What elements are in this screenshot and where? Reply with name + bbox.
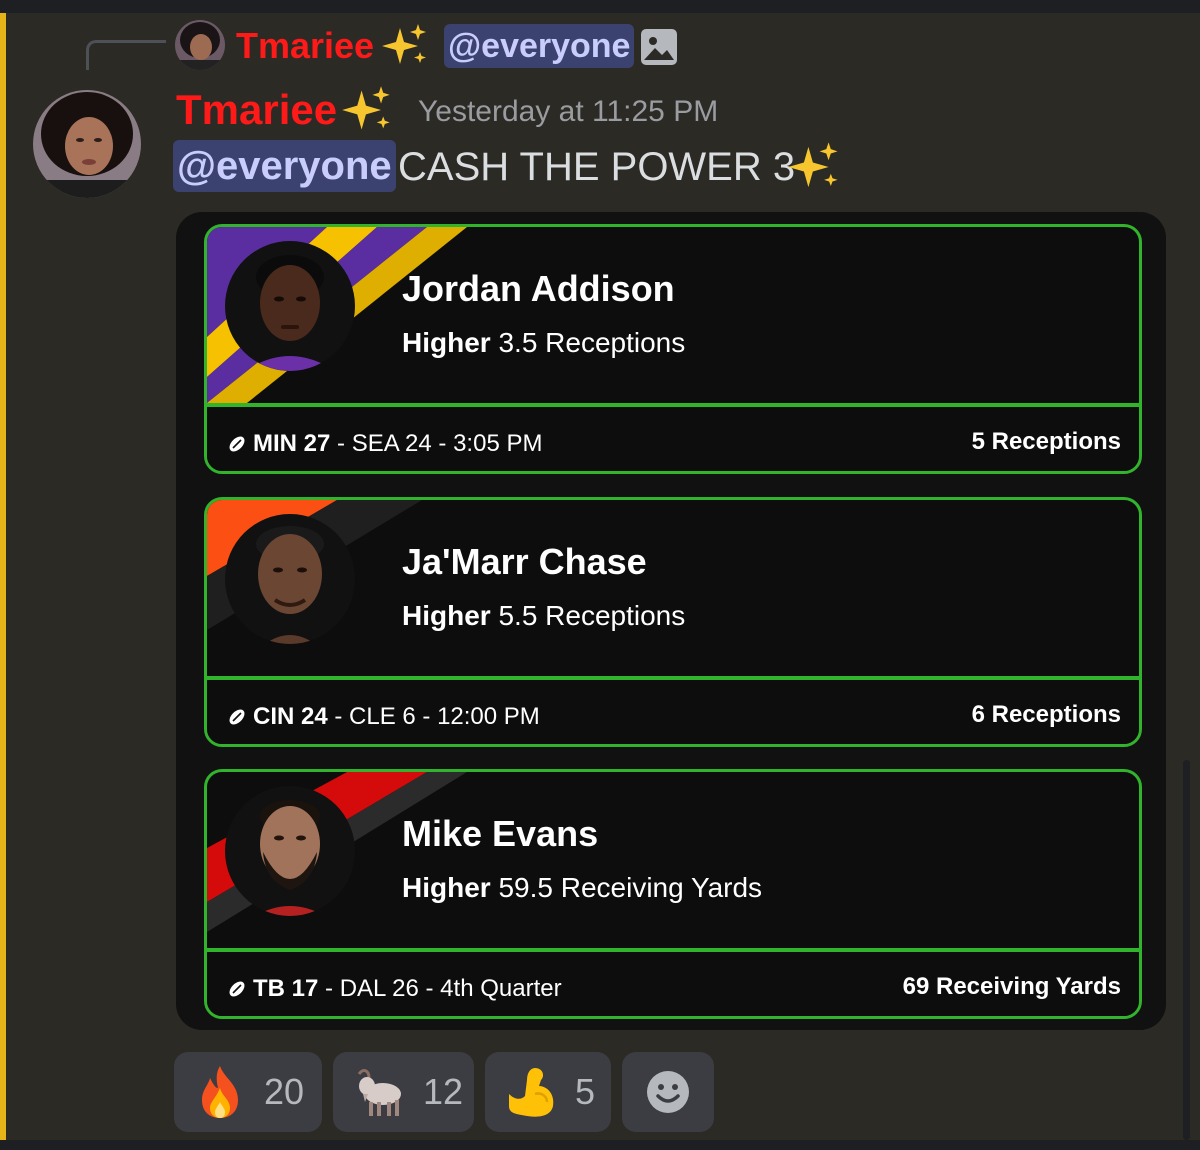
player-photo: [225, 241, 355, 371]
game-score: CIN 24 - CLE 6 - 12:00 PM: [227, 700, 540, 734]
football-icon: [229, 709, 245, 725]
pick-result: 69 Receiving Yards: [902, 973, 1121, 1000]
pick-card-footer: TB 17 - DAL 26 - 4th Quarter 69 Receivin…: [207, 952, 1139, 1016]
image-icon: [641, 29, 677, 65]
game-score: MIN 27 - SEA 24 - 3:05 PM: [227, 427, 542, 461]
message-author-name[interactable]: Tmariee: [176, 84, 337, 136]
reaction-count: 12: [423, 1071, 464, 1112]
game-detail: - SEA 24 - 3:05 PM: [337, 430, 543, 457]
prop-value: 59.5 Receiving Yards: [498, 872, 763, 903]
add-reaction-button[interactable]: [622, 1052, 714, 1132]
picks-image[interactable]: Jordan Addison Higher 3.5 Receptions MIN…: [176, 212, 1166, 1030]
pick-card-footer: MIN 27 - SEA 24 - 3:05 PM 5 Receptions: [207, 407, 1139, 471]
pick-result: 5 Receptions: [971, 428, 1121, 455]
sparkles-emoji: [788, 142, 838, 188]
prop-line: Higher 5.5 Receptions: [402, 598, 685, 634]
pick-direction: Higher: [402, 600, 491, 631]
player-photo: [225, 786, 355, 916]
prop-value: 5.5 Receptions: [498, 600, 686, 631]
smiley-icon: [647, 1071, 689, 1113]
game-score: TB 17 - DAL 26 - 4th Quarter: [227, 972, 562, 1006]
pick-card: Mike Evans Higher 59.5 Receiving Yards T…: [204, 769, 1142, 1019]
pick-card-header: Ja'Marr Chase Higher 5.5 Receptions: [207, 500, 1139, 676]
reply-spine: [86, 40, 166, 70]
sparkles-emoji: [342, 86, 390, 130]
player-name: Mike Evans: [402, 813, 599, 854]
game-detail: - DAL 26 - 4th Quarter: [325, 975, 562, 1002]
team-score: CIN 24: [253, 703, 328, 730]
player-name: Jordan Addison: [402, 268, 675, 309]
pick-card: Ja'Marr Chase Higher 5.5 Receptions CIN …: [204, 497, 1142, 747]
football-icon: [229, 436, 245, 452]
reaction-goat[interactable]: 12: [333, 1052, 474, 1132]
reply-avatar[interactable]: [175, 20, 225, 70]
pick-result: 6 Receptions: [971, 701, 1121, 728]
user-avatar[interactable]: [33, 90, 141, 198]
pick-card: Jordan Addison Higher 3.5 Receptions MIN…: [204, 224, 1142, 474]
pick-card-header: Jordan Addison Higher 3.5 Receptions: [207, 227, 1139, 403]
fire-emoji: [202, 1066, 238, 1118]
pick-direction: Higher: [402, 327, 491, 358]
reply-mention[interactable]: @everyone: [444, 24, 635, 68]
scrollbar[interactable]: [1183, 760, 1190, 1140]
player-photo: [225, 514, 355, 644]
bottom-bar: [0, 1140, 1200, 1150]
pick-card-footer: CIN 24 - CLE 6 - 12:00 PM 6 Receptions: [207, 680, 1139, 744]
reaction-flexed-biceps[interactable]: 5: [485, 1052, 611, 1132]
player-name: Ja'Marr Chase: [402, 541, 647, 582]
prop-line: Higher 3.5 Receptions: [402, 325, 685, 361]
football-icon: [229, 981, 245, 997]
prop-value: 3.5 Receptions: [498, 327, 686, 358]
sparkles-emoji: [382, 24, 426, 64]
top-bar: [0, 0, 1200, 13]
reaction-count: 5: [575, 1071, 596, 1112]
team-score: TB 17: [253, 975, 319, 1002]
pick-card-header: Mike Evans Higher 59.5 Receiving Yards: [207, 772, 1139, 948]
message-text: CASH THE POWER 3: [398, 145, 796, 189]
team-score: MIN 27: [253, 430, 331, 457]
game-detail: - CLE 6 - 12:00 PM: [334, 703, 540, 730]
everyone-mention[interactable]: @everyone: [173, 140, 396, 192]
prop-line: Higher 59.5 Receiving Yards: [402, 870, 762, 906]
pick-direction: Higher: [402, 872, 491, 903]
goat-emoji: [357, 1069, 401, 1116]
reply-author-name[interactable]: Tmariee: [236, 22, 374, 70]
message-timestamp[interactable]: Yesterday at 11:25 PM: [418, 92, 718, 132]
reaction-count: 20: [264, 1071, 305, 1112]
flexed-biceps-emoji: [509, 1068, 554, 1117]
highlight-bar: [0, 13, 6, 1140]
reaction-fire[interactable]: 20: [174, 1052, 322, 1132]
